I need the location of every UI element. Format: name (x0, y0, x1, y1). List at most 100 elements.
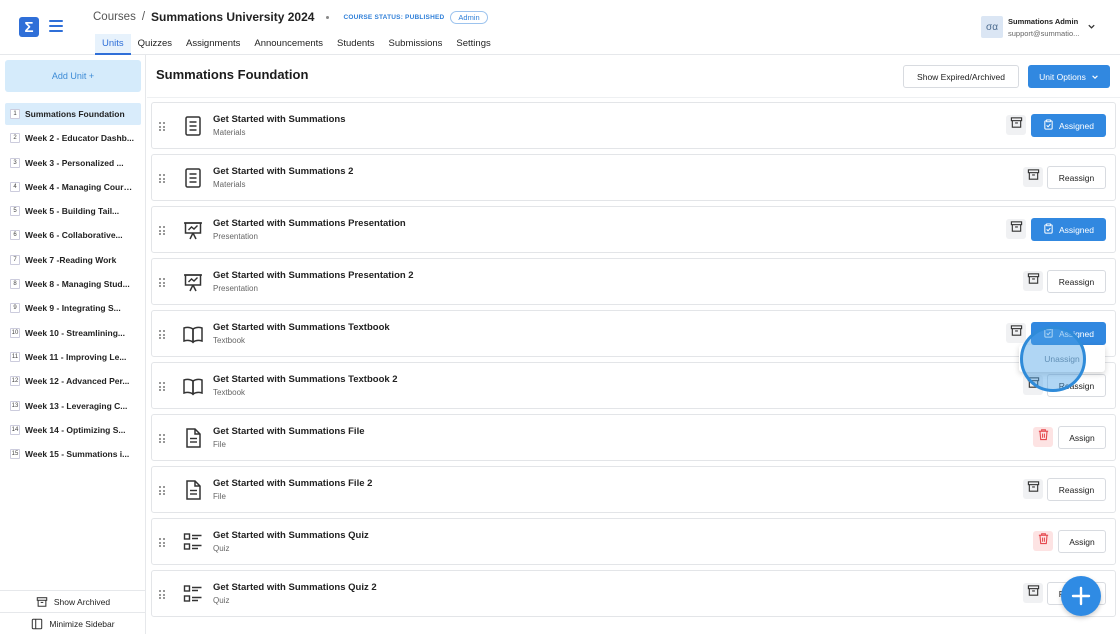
content-item-row[interactable]: Get Started with Summations Quiz 2QuizRe… (151, 570, 1116, 617)
tab-assignments[interactable]: Assignments (179, 34, 247, 55)
archive-button[interactable] (1023, 167, 1043, 187)
menu-icon[interactable] (49, 18, 63, 34)
tab-quizzes[interactable]: Quizzes (131, 34, 179, 55)
sidebar-unit-item[interactable]: 12 Week 12 - Advanced Per... (5, 370, 141, 392)
drag-handle-icon[interactable] (159, 382, 165, 391)
archive-button[interactable] (1006, 323, 1026, 343)
drag-handle-icon[interactable] (159, 278, 165, 287)
drag-handle-icon[interactable] (159, 590, 165, 599)
unit-number: 13 (10, 400, 20, 411)
presentation-icon (184, 222, 202, 240)
archive-button[interactable] (1023, 375, 1043, 395)
sidebar-unit-item[interactable]: 7 Week 7 -Reading Work (5, 249, 141, 271)
show-expired-archived-button[interactable]: Show Expired/Archived (903, 65, 1019, 88)
chevron-down-icon (1092, 74, 1098, 79)
clipboard-check-icon (1043, 327, 1059, 340)
tab-settings[interactable]: Settings (449, 34, 497, 55)
user-menu[interactable]: σα Summations Admin support@summatio... (981, 16, 1095, 38)
sidebar-unit-item[interactable]: 10 Week 10 - Streamlining... (5, 322, 141, 344)
item-title[interactable]: Get Started with Summations Quiz 2 (213, 582, 377, 593)
tab-submissions[interactable]: Submissions (382, 34, 450, 55)
app-logo[interactable]: Σ (19, 17, 39, 37)
unit-label: Week 10 - Streamlining... (25, 327, 125, 338)
sidebar-unit-item[interactable]: 14 Week 14 - Optimizing S... (5, 419, 141, 441)
item-title[interactable]: Get Started with Summations Textbook 2 (213, 374, 398, 385)
tab-units[interactable]: Units (95, 34, 131, 55)
drag-handle-icon[interactable] (159, 330, 165, 339)
assigned-button[interactable]: Assigned (1031, 114, 1106, 137)
item-title[interactable]: Get Started with Summations Quiz (213, 530, 369, 541)
delete-button[interactable] (1033, 531, 1053, 551)
assign-button[interactable]: Assign (1058, 530, 1106, 553)
chevron-down-icon[interactable] (1087, 22, 1096, 31)
archive-button[interactable] (1023, 583, 1043, 603)
item-title[interactable]: Get Started with Summations Textbook (213, 322, 390, 333)
unit-number: 8 (10, 279, 20, 290)
sidebar-unit-item[interactable]: 11 Week 11 - Improving Le... (5, 346, 141, 368)
content-item-row[interactable]: Get Started with Summations Quiz Quiz Assi… (151, 518, 1116, 565)
content-item-row[interactable]: Get Started with Summations Presentation… (151, 206, 1116, 253)
archive-button[interactable] (1006, 219, 1026, 239)
sidebar-unit-item[interactable]: 3 Week 3 - Personalized ... (5, 152, 141, 174)
item-title[interactable]: Get Started with Summations Presentation… (213, 270, 414, 281)
reassign-button[interactable]: Reassign (1047, 270, 1106, 293)
show-archived-button[interactable]: Show Archived (0, 590, 146, 612)
content-item-row[interactable]: Get Started with Summations File 2 File Re… (151, 466, 1116, 513)
reassign-button[interactable]: Reassign (1047, 166, 1106, 189)
add-item-button[interactable] (1061, 576, 1101, 616)
item-title[interactable]: Get Started with Summations File (213, 426, 365, 437)
item-title[interactable]: Get Started with Summations Presentation (213, 218, 406, 229)
unit-number: 15 (10, 449, 20, 460)
drag-handle-icon[interactable] (159, 174, 165, 183)
units-sidebar: Add Unit + 1 Summations Foundation 2 Week 2… (0, 55, 146, 634)
assigned-button[interactable]: Assigned (1031, 322, 1106, 345)
item-title[interactable]: Get Started with Summations (213, 114, 346, 125)
sidebar-unit-item[interactable]: 2 Week 2 - Educator Dashb... (5, 127, 141, 149)
sidebar-unit-item[interactable]: 8 Week 8 - Managing Stud... (5, 273, 141, 295)
minimize-sidebar-button[interactable]: Minimize Sidebar (0, 612, 146, 634)
presentation-icon (184, 274, 202, 292)
breadcrumb-dot (326, 15, 330, 19)
item-title[interactable]: Get Started with Summations 2 (213, 166, 353, 177)
sidebar-unit-item[interactable]: 1 Summations Foundation (5, 103, 141, 125)
content-item-row[interactable]: Get Started with Summations Materials Assi… (151, 102, 1116, 149)
item-title[interactable]: Get Started with Summations File 2 (213, 478, 372, 489)
reassign-button[interactable]: Reassign (1047, 374, 1106, 397)
sidebar-unit-item[interactable]: 5 Week 5 - Building Tail... (5, 200, 141, 222)
content-item-row[interactable]: Get Started with Summations Presentation… (151, 258, 1116, 305)
delete-button[interactable] (1033, 427, 1053, 447)
breadcrumb-courses-link[interactable]: Courses (93, 11, 136, 23)
sidebar-unit-item[interactable]: 6 Week 6 - Collaborative... (5, 224, 141, 246)
assigned-button[interactable]: Assigned (1031, 218, 1106, 241)
sidebar-unit-item[interactable]: 9 Week 9 - Integrating S... (5, 297, 141, 319)
sidebar-unit-item[interactable]: 15 Week 15 - Summations i... (5, 443, 141, 465)
tab-announcements[interactable]: Announcements (247, 34, 330, 55)
drag-handle-icon[interactable] (159, 434, 165, 443)
archive-button[interactable] (1023, 271, 1043, 291)
drag-handle-icon[interactable] (159, 538, 165, 547)
archive-button[interactable] (1023, 479, 1043, 499)
divider (147, 97, 1120, 98)
drag-handle-icon[interactable] (159, 486, 165, 495)
sidebar-unit-item[interactable]: 13 Week 13 - Leveraging C... (5, 395, 141, 417)
archive-button[interactable] (1006, 115, 1026, 135)
item-type: Presentation (213, 284, 258, 293)
content-item-row[interactable]: Get Started with Summations Textbook Text… (151, 310, 1116, 357)
unit-options-button[interactable]: Unit Options (1028, 65, 1110, 88)
drag-handle-icon[interactable] (159, 122, 165, 131)
item-type: Quiz (213, 544, 230, 553)
tab-students[interactable]: Students (330, 34, 382, 55)
sidebar-unit-item[interactable]: 4 Week 4 - Managing Cours... (5, 176, 141, 198)
breadcrumb-course-name[interactable]: Summations University 2024 (151, 10, 314, 24)
unassign-menu-item[interactable]: Unassign (1019, 345, 1105, 372)
content-item-row[interactable]: Get Started with Summations File File Assi… (151, 414, 1116, 461)
content-item-row[interactable]: Get Started with Summations 2 Materials Re… (151, 154, 1116, 201)
unit-number: 2 (10, 133, 20, 144)
add-unit-button[interactable]: Add Unit + (5, 60, 141, 92)
assign-button[interactable]: Assign (1058, 426, 1106, 449)
content-item-row[interactable]: Get Started with Summations Textbook 2 Te… (151, 362, 1116, 409)
reassign-button[interactable]: Reassign (1047, 478, 1106, 501)
trash-icon (1037, 532, 1050, 550)
state-label: Assigned (1059, 120, 1094, 131)
drag-handle-icon[interactable] (159, 226, 165, 235)
